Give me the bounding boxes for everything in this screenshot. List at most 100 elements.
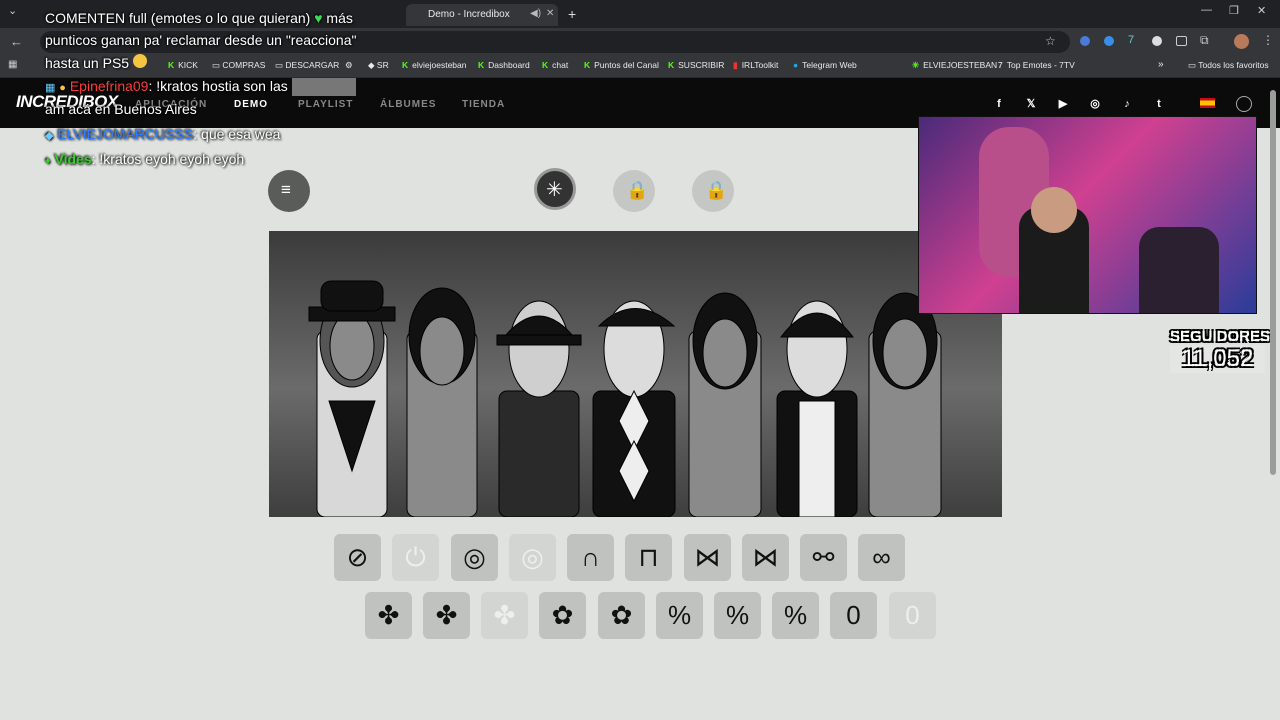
- bookmark-sr[interactable]: ◆ SR: [368, 60, 389, 71]
- characters-illustration: [308, 280, 942, 517]
- overlay-message: COMENTEN full (emotes o lo que quieran) …: [45, 10, 353, 26]
- overlay-message-line2: punticos ganan pa' reclamar desde un "re…: [45, 32, 357, 48]
- sound-ring-faded-icon[interactable]: ◎: [509, 534, 556, 581]
- sound-banner-icon[interactable]: ⊓: [625, 534, 672, 581]
- mute-icon[interactable]: ◀): [530, 8, 541, 19]
- bookmark-telegram[interactable]: ● Telegram Web: [793, 60, 857, 70]
- character: [592, 300, 676, 517]
- nav-playlist[interactable]: PLAYLIST: [298, 99, 353, 110]
- sound-double-o-icon[interactable]: 0: [830, 592, 877, 639]
- new-tab-icon[interactable]: +: [568, 6, 576, 22]
- extension-icon[interactable]: [1080, 36, 1090, 46]
- close-window-icon[interactable]: ✕: [1257, 4, 1266, 17]
- profile-avatar[interactable]: [1234, 34, 1249, 49]
- lock-icon: 🔒: [705, 180, 728, 200]
- bookmark-dashboard[interactable]: K Dashboard: [478, 60, 530, 70]
- emote-image: [291, 78, 356, 97]
- bookmark-suscribir[interactable]: K SUSCRIBIR: [668, 60, 724, 70]
- hamburger-icon: ≡: [281, 180, 291, 199]
- sound-crown-icon[interactable]: ⋈: [684, 534, 731, 581]
- badge-icon: ●: [59, 82, 66, 94]
- minimize-icon[interactable]: —: [1201, 4, 1212, 16]
- sound-power-icon[interactable]: ⏻: [392, 534, 439, 581]
- webcam-overlay: [918, 116, 1257, 314]
- character: [688, 292, 762, 517]
- menu-kebab-icon[interactable]: ⋮: [1262, 33, 1274, 47]
- bookmark-elviejoesteban[interactable]: Kelviejoesteban: [402, 60, 467, 70]
- character: [308, 280, 396, 517]
- tumblr-icon[interactable]: t: [1148, 93, 1170, 115]
- overlay-message-line3: hasta un PS5: [45, 54, 147, 71]
- character: [496, 300, 582, 517]
- sound-clover-icon[interactable]: ✤: [423, 592, 470, 639]
- globe-icon[interactable]: [1236, 96, 1252, 112]
- chat-line: ♦ Vides: !kratos eyoh eyoh eyoh: [45, 151, 245, 167]
- sparkle-icon: ✳: [546, 179, 563, 201]
- sound-ring-icon[interactable]: ◎: [451, 534, 498, 581]
- x-icon[interactable]: 𝕏: [1020, 93, 1042, 115]
- nav-albumes[interactable]: ÁLBUMES: [380, 99, 436, 110]
- sound-percent-icon[interactable]: %: [656, 592, 703, 639]
- sound-bow-icon[interactable]: ⋈: [742, 534, 789, 581]
- sound-clover-faded-icon[interactable]: ✤: [481, 592, 528, 639]
- apps-grid-icon[interactable]: ▦: [8, 59, 17, 70]
- bookmark-star-icon[interactable]: ☆: [1045, 34, 1056, 48]
- facebook-icon[interactable]: f: [988, 93, 1010, 115]
- bookmark-puntos[interactable]: K Puntos del Canal: [584, 60, 659, 70]
- extension-icon[interactable]: [1176, 36, 1187, 46]
- sparkle-button[interactable]: ✳: [534, 168, 576, 210]
- extension-icon[interactable]: [1104, 36, 1114, 46]
- chat-line-continued: am acá en Buenos Aires: [45, 101, 197, 117]
- sound-flower-icon[interactable]: ✿: [539, 592, 586, 639]
- lock-icon: 🔒: [626, 180, 649, 200]
- bookmark-folder-compras[interactable]: ▭ COMPRAS: [212, 60, 265, 71]
- youtube-icon[interactable]: ▶: [1052, 93, 1074, 115]
- sound-double-o-faded-icon[interactable]: 0: [889, 592, 936, 639]
- locked-button[interactable]: 🔒: [692, 170, 734, 212]
- more-bookmarks-icon[interactable]: »: [1158, 59, 1164, 70]
- character: [406, 287, 478, 517]
- sound-clover-icon[interactable]: ✤: [365, 592, 412, 639]
- second-person: [1139, 227, 1219, 313]
- character: [868, 292, 942, 517]
- sound-percent-icon[interactable]: %: [714, 592, 761, 639]
- heart-icon: ♥: [314, 10, 323, 26]
- extension-icon[interactable]: 7: [1128, 34, 1134, 46]
- badge-icon: ▦: [45, 82, 56, 94]
- sound-knot-icon[interactable]: ⚯: [800, 534, 847, 581]
- bookmarks-bar: ▦ K KICK ▭ COMPRAS ▭ DESCARGAR ⚙ ◆ SR Kel…: [0, 56, 1280, 78]
- badge-icon: ♦: [45, 155, 51, 167]
- incredibox-stage: [269, 231, 1002, 517]
- bookmark-chat[interactable]: Kchat: [542, 60, 568, 70]
- locked-button[interactable]: 🔒: [613, 170, 655, 212]
- extensions-puzzle-icon[interactable]: ⧉: [1200, 33, 1209, 48]
- bookmark-irltoolkit[interactable]: ▮ IRLToolkit: [733, 60, 778, 71]
- menu-button[interactable]: ≡: [268, 170, 310, 212]
- tab-search-icon[interactable]: ⌄: [8, 4, 17, 17]
- back-icon[interactable]: ←: [10, 34, 23, 49]
- spain-flag-icon[interactable]: [1200, 98, 1215, 108]
- smile-emote-icon: [132, 54, 147, 68]
- instagram-icon[interactable]: ◎: [1084, 93, 1106, 115]
- bookmark-settings[interactable]: ⚙: [345, 60, 353, 71]
- character: [776, 300, 858, 517]
- bookmark-folder-descargar[interactable]: ▭ DESCARGAR: [275, 60, 339, 71]
- bookmark-elviejoesteban-2[interactable]: ✳ ELVIEJOESTEBAN: [912, 60, 997, 71]
- sound-percent-icon[interactable]: %: [772, 592, 819, 639]
- extension-icon[interactable]: [1152, 36, 1162, 46]
- restore-icon[interactable]: ❐: [1229, 4, 1239, 17]
- tiktok-icon[interactable]: ♪: [1116, 93, 1138, 115]
- sound-flower-icon[interactable]: ✿: [598, 592, 645, 639]
- page-scrollbar[interactable]: [1270, 90, 1276, 475]
- streamer-face: [1031, 187, 1077, 233]
- sound-loops-icon[interactable]: ∞: [858, 534, 905, 581]
- nav-demo[interactable]: DEMO: [234, 99, 268, 110]
- sound-arch-icon[interactable]: ∩: [567, 534, 614, 581]
- nav-tienda[interactable]: TIENDA: [462, 99, 505, 110]
- close-tab-icon[interactable]: ✕: [546, 8, 554, 19]
- sound-target-icon[interactable]: ⊘: [334, 534, 381, 581]
- bookmark-kick[interactable]: K KICK: [168, 60, 198, 70]
- bookmark-7tv[interactable]: 7 Top Emotes - 7TV: [998, 60, 1075, 70]
- chat-line: ◆ ELVIEJOMARCUSSS: que esa wea: [45, 126, 281, 142]
- all-bookmarks[interactable]: ▭ Todos los favoritos: [1188, 60, 1269, 71]
